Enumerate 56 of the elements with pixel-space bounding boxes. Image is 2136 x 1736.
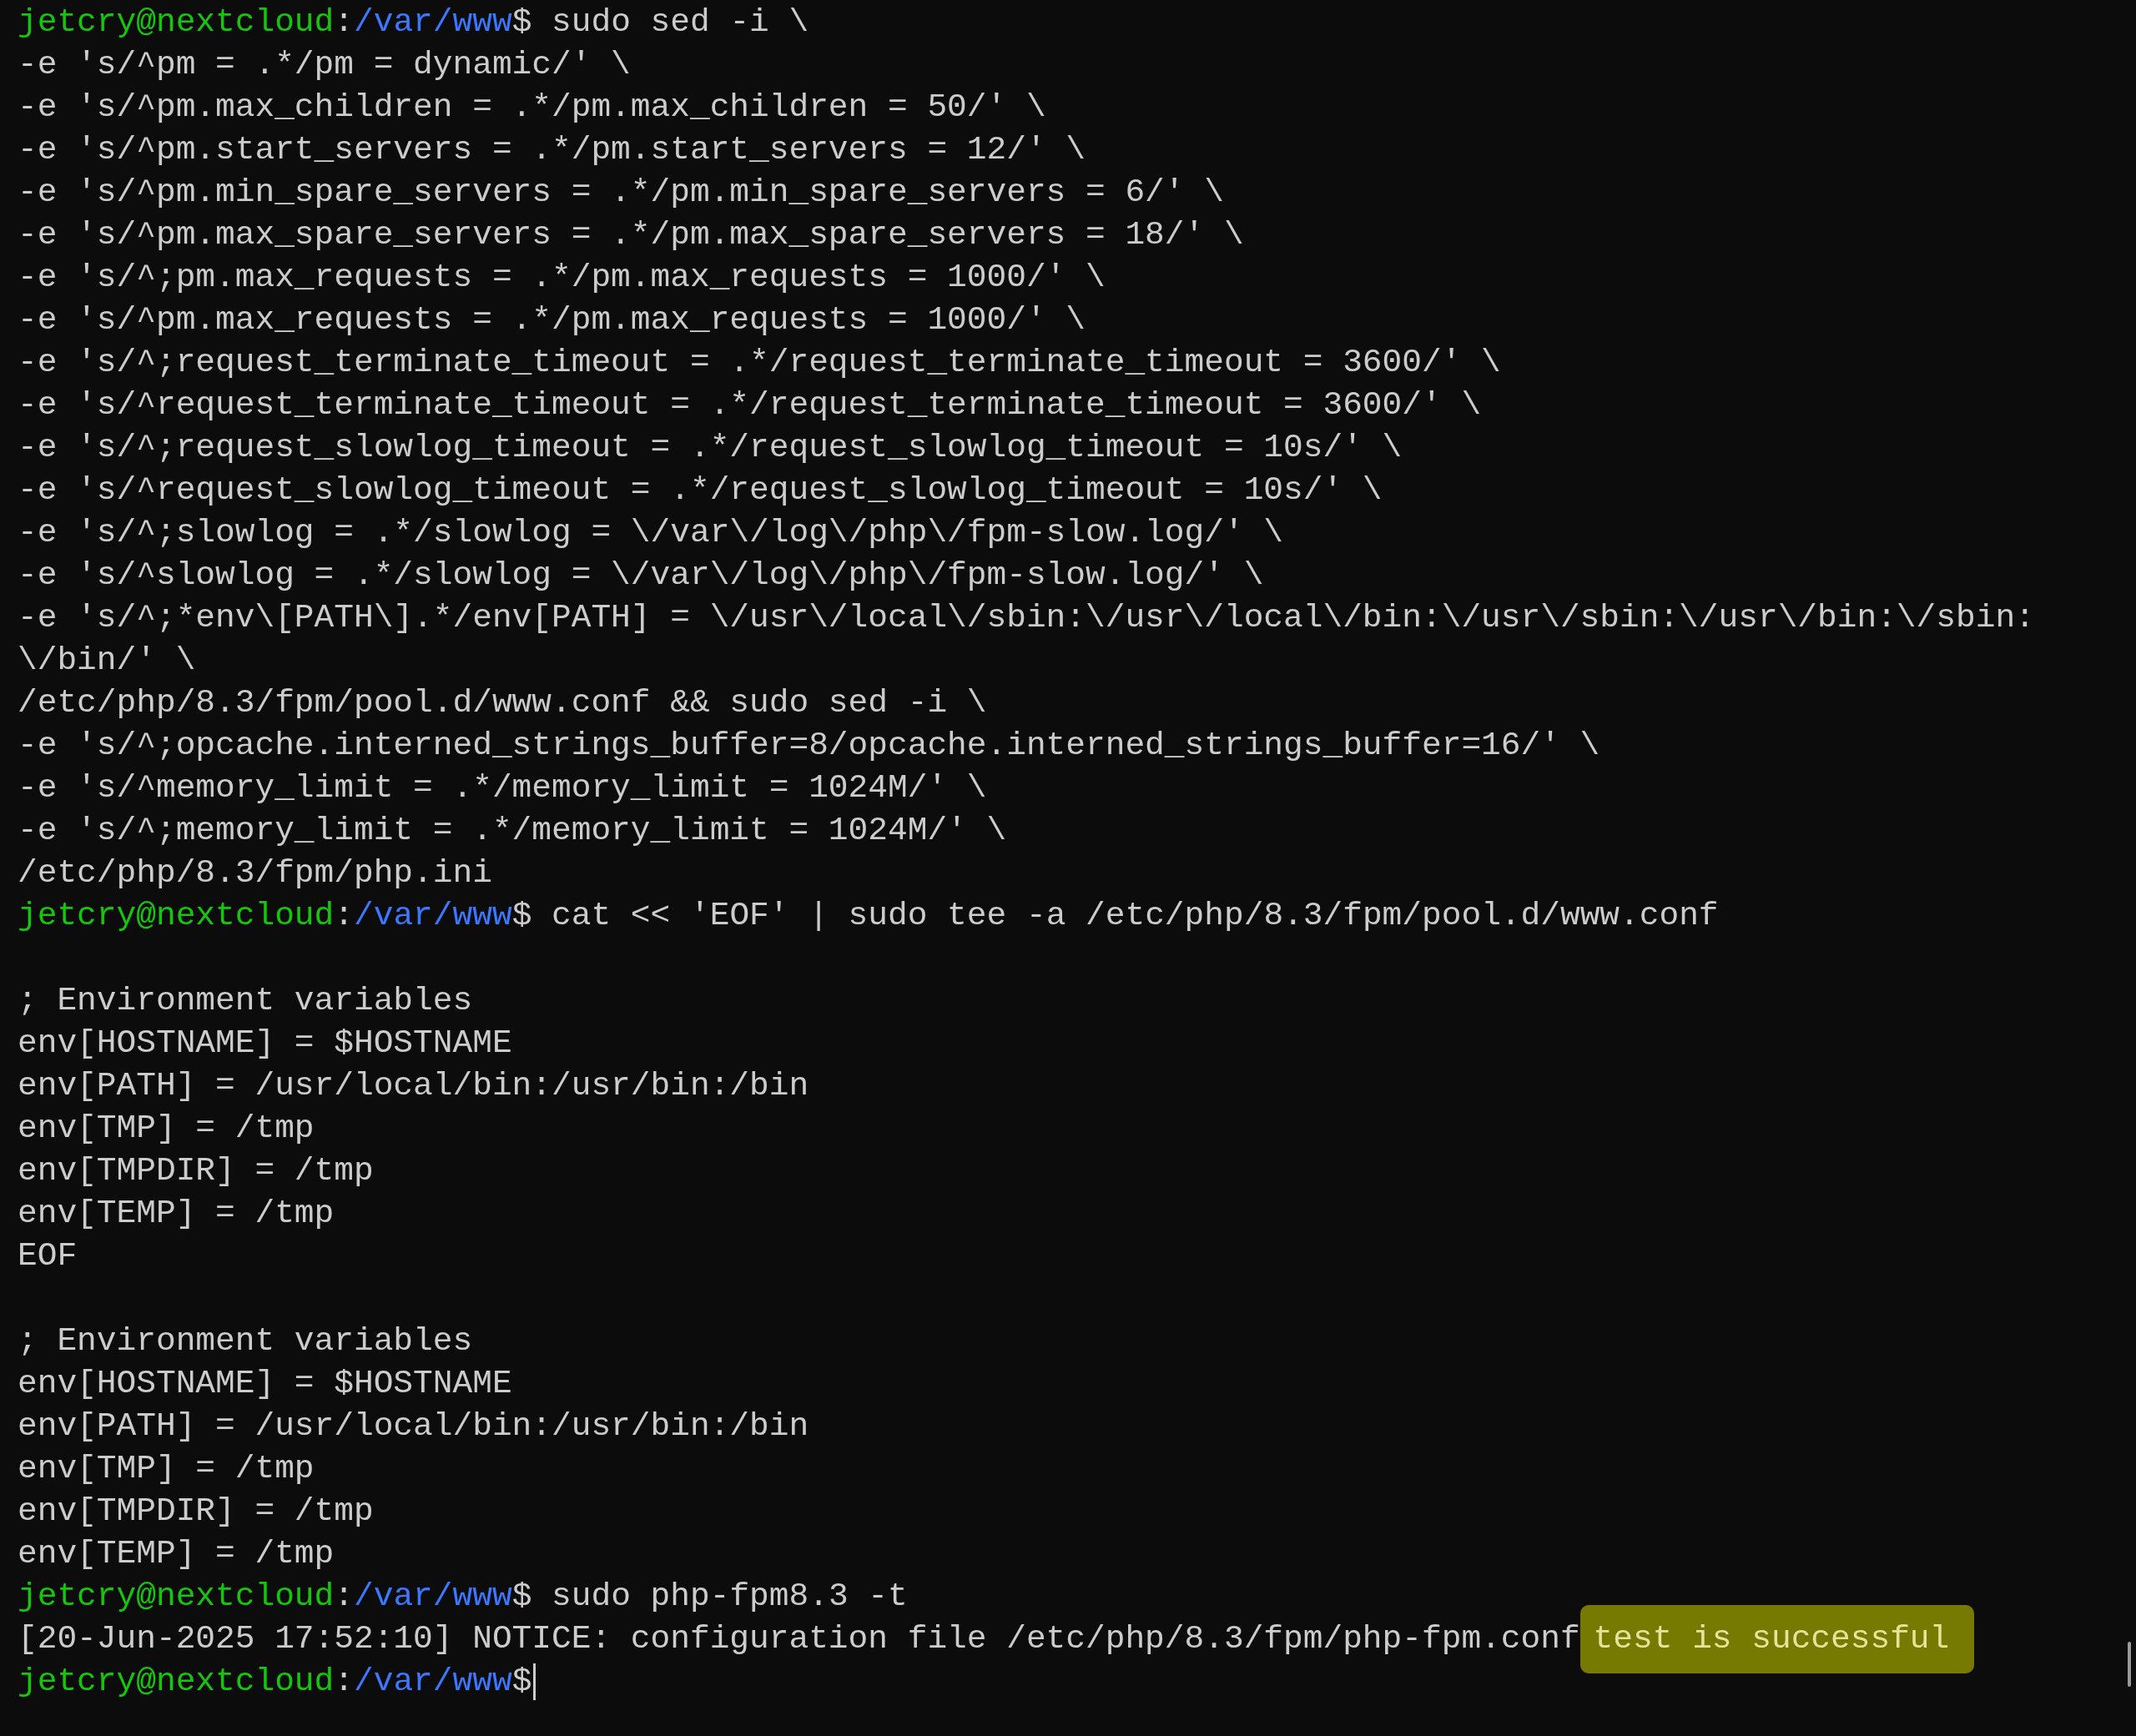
prompt-separator: : bbox=[334, 1662, 354, 1702]
highlighted-text: test is successful bbox=[1579, 1604, 1975, 1673]
output-line: -e 's/^;request_terminate_timeout = .*/request_terminate_timeout = 3600/' \ bbox=[18, 343, 1501, 383]
prompt-path: /var/www bbox=[354, 1577, 512, 1617]
text-cursor bbox=[533, 1663, 537, 1700]
prompt-symbol: $ bbox=[511, 3, 532, 43]
output-line: -e 's/^pm.max_children = .*/pm.max_children = 50/' \ bbox=[18, 88, 1046, 128]
prompt-user-host: jetcry@nextcloud bbox=[18, 1577, 335, 1617]
prompt-separator: : bbox=[334, 3, 354, 43]
prompt-symbol: $ bbox=[511, 1577, 532, 1617]
output-line: env[TMP] = /tmp bbox=[18, 1109, 315, 1149]
output-line: env[TMP] = /tmp bbox=[18, 1449, 315, 1489]
output-line: -e 's/^;memory_limit = .*/memory_limit = 1024M/' \ bbox=[18, 811, 1007, 851]
output-line: -e 's/^request_slowlog_timeout = .*/request_slowlog_timeout = 10s/' \ bbox=[18, 470, 1383, 511]
output-line: -e 's/^pm.max_requests = .*/pm.max_requests = 1000/' \ bbox=[18, 300, 1086, 340]
output-line: env[TEMP] = /tmp bbox=[18, 1194, 335, 1234]
prompt-user-host: jetcry@nextcloud bbox=[18, 1662, 335, 1702]
prompt-symbol: $ bbox=[511, 1662, 532, 1702]
command-text: cat << 'EOF' | sudo tee -a /etc/php/8.3/fpm/pool.d/www.conf bbox=[551, 896, 1719, 936]
output-line: env[PATH] = /usr/local/bin:/usr/bin:/bin bbox=[18, 1406, 809, 1447]
output-line: -e 's/^;opcache.interned_strings_buffer=8/opcache.interned_strings_buffer=16/' \ bbox=[18, 726, 1600, 766]
output-line: ; Environment variables bbox=[18, 981, 473, 1021]
output-line: -e 's/^slowlog = .*/slowlog = \/var\/log\/php\/fpm-slow.log/' \ bbox=[18, 556, 1264, 596]
output-line: EOF bbox=[18, 1236, 78, 1276]
notice-line: [20-Jun-2025 17:52:10] NOTICE: configuration file /etc/php/8.3/fpm/php-fpm.conf bbox=[18, 1619, 1580, 1659]
prompt-path: /var/www bbox=[354, 3, 512, 43]
prompt-separator: : bbox=[334, 896, 354, 936]
output-line: env[PATH] = /usr/local/bin:/usr/bin:/bin bbox=[18, 1066, 809, 1106]
command-text: sudo php-fpm8.3 -t bbox=[551, 1577, 908, 1617]
output-line: env[HOSTNAME] = $HOSTNAME bbox=[18, 1364, 512, 1404]
output-line: env[HOSTNAME] = $HOSTNAME bbox=[18, 1024, 512, 1064]
output-line: -e 's/^;pm.max_requests = .*/pm.max_requests = 1000/' \ bbox=[18, 258, 1106, 298]
output-line: -e 's/^request_terminate_timeout = .*/request_terminate_timeout = 3600/' \ bbox=[18, 385, 1482, 425]
prompt-user-host: jetcry@nextcloud bbox=[18, 896, 335, 936]
output-line: /etc/php/8.3/fpm/pool.d/www.conf && sudo sed -i \ bbox=[18, 683, 987, 723]
output-line: /etc/php/8.3/fpm/php.ini bbox=[18, 853, 492, 893]
prompt-symbol: $ bbox=[511, 896, 532, 936]
output-line: -e 's/^;*env\[PATH\].*/env[PATH] = \/usr\/local\/sbin:\/usr\/local\/bin:\/usr\/sbin:\/usr\/bin:\/sbin: bbox=[18, 598, 2035, 638]
output-line: env[TMPDIR] = /tmp bbox=[18, 1151, 374, 1191]
output-line: -e 's/^pm.min_spare_servers = .*/pm.min_spare_servers = 6/' \ bbox=[18, 173, 1224, 213]
prompt-user-host: jetcry@nextcloud bbox=[18, 3, 335, 43]
output-line: -e 's/^;request_slowlog_timeout = .*/request_slowlog_timeout = 10s/' \ bbox=[18, 428, 1403, 468]
output-line: env[TMPDIR] = /tmp bbox=[18, 1492, 374, 1532]
command-text: sudo sed -i \ bbox=[551, 3, 809, 43]
scrollbar-thumb[interactable] bbox=[2128, 1642, 2131, 1687]
output-line: env[TEMP] = /tmp bbox=[18, 1534, 335, 1574]
prompt-path: /var/www bbox=[354, 1662, 512, 1702]
output-line: -e 's/^pm.start_servers = .*/pm.start_servers = 12/' \ bbox=[18, 130, 1086, 170]
output-line: -e 's/^;slowlog = .*/slowlog = \/var\/log\/php\/fpm-slow.log/' \ bbox=[18, 513, 1284, 553]
output-line: -e 's/^memory_limit = .*/memory_limit = 1024M/' \ bbox=[18, 768, 987, 808]
output-line: \/bin/' \ bbox=[18, 641, 196, 681]
prompt-separator: : bbox=[334, 1577, 354, 1617]
prompt-path: /var/www bbox=[354, 896, 512, 936]
output-line: ; Environment variables bbox=[18, 1321, 473, 1361]
output-line: -e 's/^pm = .*/pm = dynamic/' \ bbox=[18, 45, 631, 85]
output-line: -e 's/^pm.max_spare_servers = .*/pm.max_spare_servers = 18/' \ bbox=[18, 215, 1244, 255]
